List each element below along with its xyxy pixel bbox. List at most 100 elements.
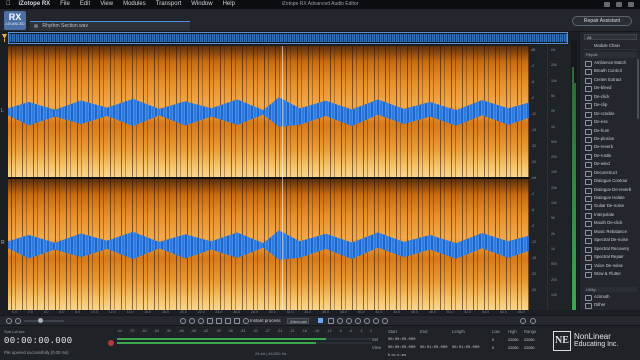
db-tick: -inf bbox=[531, 176, 536, 180]
view-length-field[interactable]: 00:01:00.000 bbox=[452, 344, 484, 352]
sel-length-field[interactable] bbox=[452, 336, 484, 344]
record-icon[interactable] bbox=[108, 340, 114, 346]
range-low-2[interactable]: 0 bbox=[492, 344, 508, 352]
channel-left[interactable] bbox=[8, 46, 529, 177]
module-item[interactable]: Dialogue Contour bbox=[584, 177, 639, 186]
harmonic-select-icon[interactable] bbox=[364, 318, 370, 324]
module-item[interactable]: De-crackle bbox=[584, 110, 639, 119]
search-icon[interactable] bbox=[628, 2, 634, 7]
module-item[interactable]: Dialogue Isolate bbox=[584, 194, 639, 203]
view-end-field[interactable]: 00:01:00.000 bbox=[420, 344, 452, 352]
module-item[interactable]: Spectral Recovery bbox=[584, 245, 639, 254]
playhead-marker-icon[interactable] bbox=[2, 34, 7, 42]
play-icon[interactable] bbox=[328, 318, 334, 324]
time-format-label[interactable]: Sub.Lvl.sec bbox=[4, 329, 25, 334]
frequency-scale[interactable]: Hz 20k 10k 5k 2k 1k 500 200 100 20k 10k 5k 2k 1k 500 20… bbox=[547, 46, 571, 310]
apple-menu-icon[interactable]:  bbox=[0, 0, 14, 9]
stop-icon[interactable] bbox=[318, 318, 323, 323]
module-item[interactable]: Spectral Repair bbox=[584, 253, 639, 262]
module-item[interactable]: Deconstruct bbox=[584, 169, 639, 178]
module-item[interactable]: De-clip bbox=[584, 101, 639, 110]
magic-wand-icon[interactable] bbox=[373, 318, 379, 324]
sel-start-field[interactable]: 00:00:00.000 bbox=[388, 336, 420, 344]
module-item[interactable]: Dialogue De-reverb bbox=[584, 186, 639, 194]
zoom-in-time-icon[interactable] bbox=[180, 318, 186, 324]
hz-tick: 500 bbox=[551, 262, 557, 267]
menu-view[interactable]: View bbox=[95, 0, 118, 9]
frequency-select-tool-icon[interactable] bbox=[216, 318, 222, 324]
selection-format-row: h:m:s.ms bbox=[372, 352, 520, 360]
range-range-1[interactable]: 22050 bbox=[524, 336, 540, 344]
module-item[interactable]: Interpolate bbox=[584, 211, 639, 220]
repair-assistant-button[interactable]: Repair Assistant bbox=[572, 16, 632, 26]
module-item[interactable]: De-bleed bbox=[584, 84, 639, 93]
zoom-slider[interactable] bbox=[24, 318, 64, 323]
module-item[interactable]: De-wind bbox=[584, 160, 639, 169]
playback-cursor[interactable] bbox=[282, 46, 283, 310]
spectrogram-display[interactable] bbox=[8, 46, 529, 310]
utility-module-item[interactable]: Dither bbox=[584, 301, 639, 309]
utility-module-item[interactable]: Azimuth bbox=[584, 293, 639, 301]
zoom-selection-icon[interactable] bbox=[198, 318, 204, 324]
hand-tool-icon[interactable] bbox=[355, 318, 361, 324]
module-item[interactable]: Mouth De-click bbox=[584, 219, 639, 228]
module-list-scrollbar[interactable] bbox=[637, 59, 639, 119]
module-item[interactable]: Music Rebalance bbox=[584, 228, 639, 237]
module-chain-button[interactable]: Module Chain bbox=[584, 42, 637, 50]
meter-scale-tick: -21 bbox=[289, 329, 295, 333]
magnify-icon[interactable] bbox=[346, 318, 352, 324]
module-item[interactable]: Voice De-noise bbox=[584, 262, 639, 270]
module-item[interactable]: De-rustle bbox=[584, 152, 639, 161]
module-item[interactable]: Spectral De-noise bbox=[584, 236, 639, 245]
vertical-zoom-out-icon[interactable] bbox=[520, 318, 526, 324]
module-item[interactable]: Ambience Match bbox=[584, 59, 639, 68]
module-filter-dropdown[interactable]: All bbox=[584, 34, 637, 40]
instant-process-mode-select[interactable]: Attenuate bbox=[287, 318, 309, 324]
module-item[interactable]: Center Extract bbox=[584, 76, 639, 85]
hz-tick: 10k bbox=[551, 78, 557, 83]
sel-end-field[interactable] bbox=[420, 336, 452, 344]
instant-process-toggle-icon[interactable] bbox=[243, 318, 249, 324]
range-low-1[interactable]: 0 bbox=[492, 336, 508, 344]
range-high-1[interactable]: 22050 bbox=[508, 336, 524, 344]
zoom-out-icon[interactable] bbox=[6, 318, 12, 324]
module-item[interactable]: De-ess bbox=[584, 118, 639, 127]
meter-scale-tick: -54 bbox=[153, 329, 159, 333]
menu-modules[interactable]: Modules bbox=[118, 0, 151, 9]
channel-label-left: L bbox=[1, 108, 4, 114]
repair-section-header[interactable]: Repair bbox=[584, 52, 637, 58]
db-tick: -9 bbox=[531, 224, 535, 228]
module-item[interactable]: Breath Control bbox=[584, 67, 639, 76]
menu-file[interactable]: File bbox=[55, 0, 75, 9]
module-item[interactable]: De-hum bbox=[584, 127, 639, 135]
range-high-2[interactable]: 22050 bbox=[508, 344, 524, 352]
menu-app-name[interactable]: iZotope RX bbox=[14, 0, 56, 9]
loop-icon[interactable] bbox=[337, 318, 343, 324]
file-tab-close-icon[interactable] bbox=[34, 23, 38, 28]
menu-window[interactable]: Window bbox=[186, 0, 217, 9]
zoom-in-icon[interactable] bbox=[15, 318, 21, 324]
zoom-out-time-icon[interactable] bbox=[189, 318, 195, 324]
module-item[interactable]: De-plosive bbox=[584, 135, 639, 144]
file-tab[interactable]: Rhythm Section.wav bbox=[30, 21, 190, 31]
overview-view-window[interactable] bbox=[8, 32, 568, 44]
selection-format-label[interactable]: h:m:s.ms bbox=[388, 352, 420, 360]
utility-section-header[interactable]: Utility bbox=[584, 287, 637, 292]
time-select-tool-icon[interactable] bbox=[207, 318, 213, 324]
range-range-2[interactable]: 22050 bbox=[524, 344, 540, 352]
waveform-overview[interactable] bbox=[8, 32, 568, 44]
module-item[interactable]: De-click bbox=[584, 93, 639, 102]
menu-transport[interactable]: Transport bbox=[151, 0, 186, 9]
channel-right[interactable] bbox=[8, 179, 529, 310]
fit-view-icon[interactable] bbox=[382, 318, 388, 324]
vertical-zoom-in-icon[interactable] bbox=[530, 318, 536, 324]
module-item[interactable]: Wow & Flutter bbox=[584, 270, 639, 279]
db-tick: -6 bbox=[531, 80, 535, 84]
module-item[interactable]: Guitar De-noise bbox=[584, 202, 639, 211]
module-item[interactable]: De-reverb bbox=[584, 143, 639, 152]
menu-edit[interactable]: Edit bbox=[75, 0, 95, 9]
lasso-tool-icon[interactable] bbox=[225, 318, 231, 324]
amplitude-scale[interactable]: dB -3 -6 -9 -12 -15 -20 -30 -inf -3 -6 -9 -12 -15 -20 -… bbox=[529, 46, 547, 310]
brush-tool-icon[interactable] bbox=[234, 318, 240, 324]
view-start-field[interactable]: 00:00:00.000 bbox=[388, 344, 420, 352]
